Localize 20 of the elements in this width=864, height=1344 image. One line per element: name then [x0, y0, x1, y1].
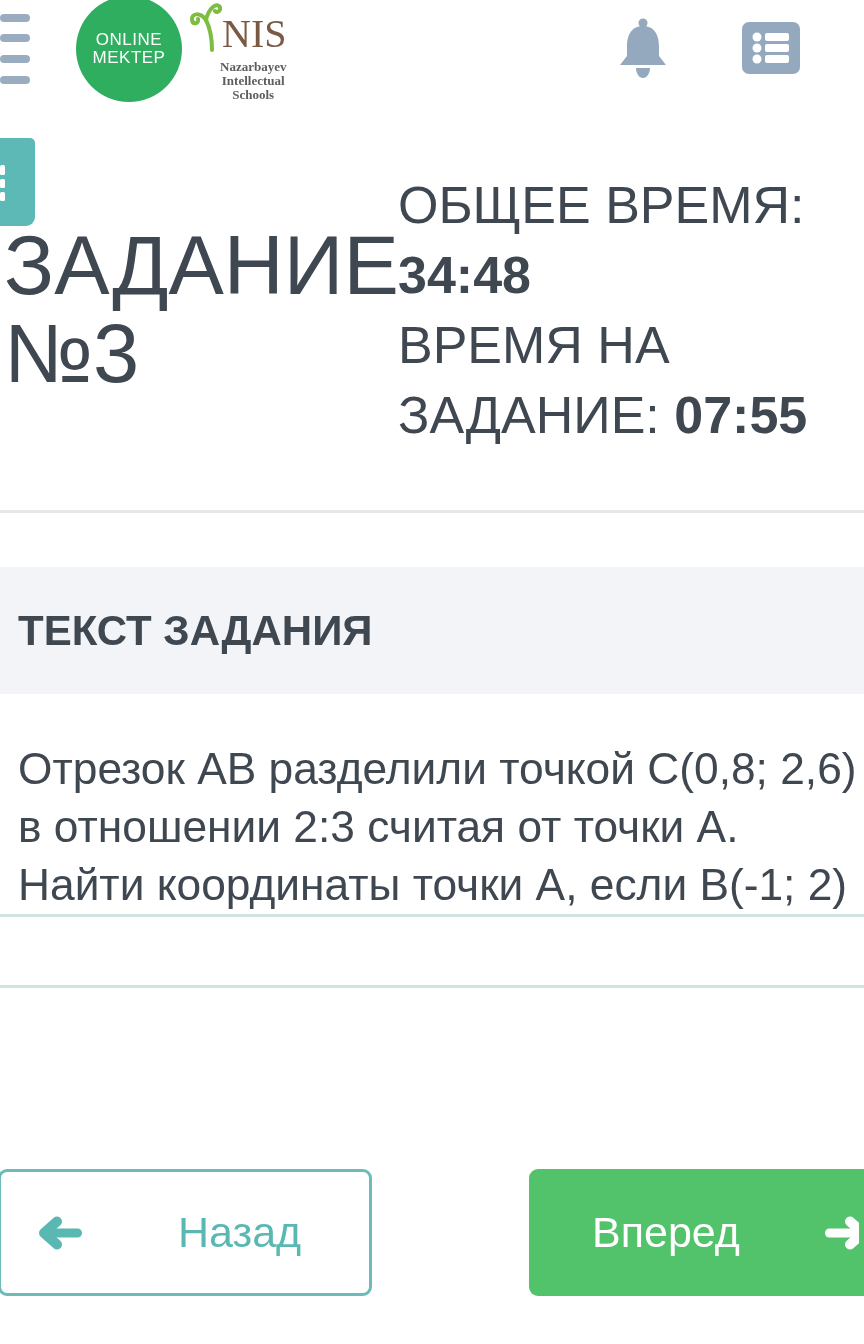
- sprout-icon: [188, 0, 222, 52]
- sidebar-toggle[interactable]: [0, 138, 35, 226]
- logo-title: NIS: [222, 16, 287, 52]
- timer-text: ВРЕМЯ НА ЗАДАНИЕ: 07:55: [398, 315, 809, 446]
- bell-icon[interactable]: [617, 18, 669, 78]
- back-button[interactable]: Назад: [0, 1169, 372, 1296]
- menu-icon[interactable]: [0, 14, 30, 84]
- section-title: ТЕКСТ ЗАДАНИЯ: [18, 606, 373, 655]
- bars-icon: [0, 165, 5, 201]
- answer-field[interactable]: [0, 914, 864, 988]
- arrow-right-icon: [824, 1215, 859, 1250]
- task-title: ЗАДАНИЕ №3: [3, 222, 398, 398]
- task-text: Отрезок АВ разделили точкой С(0,8; 2,6) в отношении 2:3 считая от точки А. Найти координаты точки А, если В(-1; 2): [18, 743, 858, 911]
- forward-button[interactable]: Вперед: [529, 1169, 864, 1296]
- list-icon[interactable]: [742, 22, 800, 74]
- arrow-left-icon: [38, 1215, 82, 1250]
- logo-badge[interactable]: ONLINE MEKTEP: [76, 0, 182, 102]
- logo-text: ONLINE MEKTEP: [92, 31, 166, 67]
- timer-text: ОБЩЕЕ ВРЕМЯ: 34:48: [398, 175, 806, 306]
- logo-subtitle: Nazarbayev Intellectual Schools: [220, 60, 287, 102]
